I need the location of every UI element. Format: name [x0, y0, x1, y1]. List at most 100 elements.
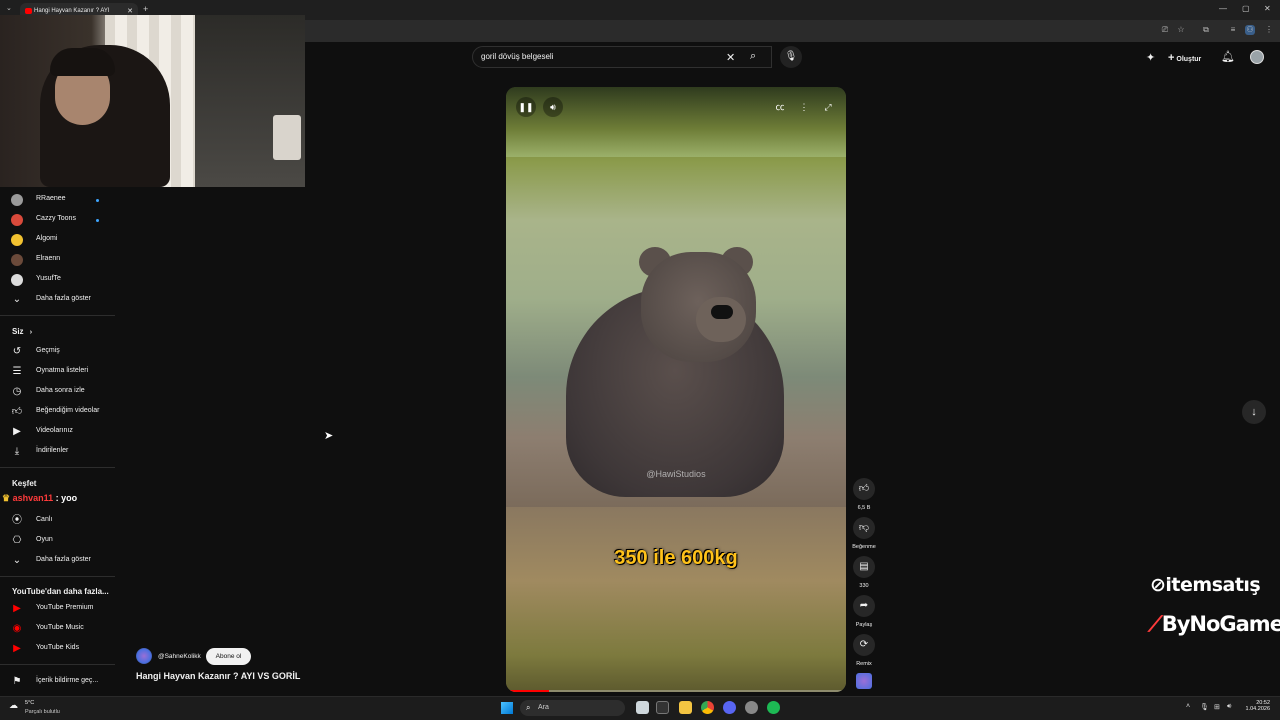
sidebar-item-liked-videos[interactable]: 👍︎ Beğendiğim videolar: [0, 402, 120, 422]
clock[interactable]: 20:52 1.04.2026: [1244, 700, 1270, 712]
sidebar-item-downloads[interactable]: ⤓ İndirilenler: [0, 442, 120, 462]
search-icon[interactable]: ⌕: [750, 50, 756, 63]
sidebar-item-report[interactable]: ⚑ İçerik bildirme geç...: [0, 672, 120, 692]
subscribe-button[interactable]: Abone ol: [206, 648, 251, 665]
chat-username: ashvan11: [12, 493, 54, 503]
sidebar-item-youtube-kids[interactable]: ▶ YouTube Kids: [0, 639, 120, 659]
windows-start-icon[interactable]: [501, 702, 513, 714]
live-dot: [96, 219, 99, 222]
video-icon: ▶: [13, 426, 21, 437]
sidebar-show-more-subscriptions[interactable]: ⌄ Daha fazla göster: [0, 290, 120, 310]
channel-avatar[interactable]: [136, 648, 152, 664]
volume-tray-icon[interactable]: 🔊︎: [1227, 703, 1231, 711]
notifications-bell-icon[interactable]: 🔔︎: [1221, 50, 1235, 63]
video-title[interactable]: Hangi Hayvan Kazanır ? AYI VS GORİL: [136, 671, 300, 681]
sidebar-explore-header: Keşfet: [12, 479, 37, 488]
sidebar-item-rraenee[interactable]: RRaenee: [0, 190, 120, 210]
close-window-icon[interactable]: ✕: [1264, 4, 1271, 13]
sidebar-item-elraenn[interactable]: Elraenn: [0, 250, 120, 270]
media-icon[interactable]: ≡: [1228, 25, 1238, 35]
shorts-video-player[interactable]: @HawiStudios 350 ile 600kg ❚❚ 🔊︎ ㏄ ⋮ ⤢: [506, 87, 846, 692]
weather-icon[interactable]: ☁: [9, 700, 18, 711]
terminal-icon[interactable]: [656, 701, 669, 714]
chrome-icon[interactable]: [701, 701, 714, 714]
captions-icon[interactable]: ㏄: [770, 97, 790, 117]
itemsatis-logo-icon: ⊘: [1150, 574, 1166, 596]
weather-temp: 5°C: [25, 700, 35, 706]
share-button[interactable]: ➦ Paylaş: [852, 595, 876, 628]
stream-chat-message: ♛ ashvan11 : yoo: [2, 493, 77, 504]
ai-sparkle-icon[interactable]: ✦: [1146, 51, 1155, 64]
comments-button[interactable]: ▤ 330: [852, 556, 876, 589]
sidebar-item-yusufte[interactable]: YusufTe: [0, 270, 120, 290]
sidebar-more-header: YouTube'dan daha fazla...: [12, 587, 109, 596]
tab-list-icon[interactable]: ⌄: [6, 4, 12, 12]
task-view-icon[interactable]: [636, 701, 649, 714]
obs-icon[interactable]: [745, 701, 758, 714]
comment-icon: ▤: [853, 556, 875, 578]
sponsor-bynogame-logo: ⟋ByNoGame: [1148, 612, 1280, 636]
microphone-icon[interactable]: 🎙︎: [1200, 703, 1209, 711]
create-button[interactable]: + Oluştur: [1168, 52, 1201, 64]
like-button[interactable]: 👍︎ 6,5 B: [852, 478, 876, 511]
search-input[interactable]: goril dövüş belgeseli: [481, 52, 554, 61]
file-explorer-icon[interactable]: [679, 701, 692, 714]
cast-icon[interactable]: ⎚: [1160, 25, 1170, 35]
flag-icon: ⚑: [12, 676, 22, 687]
volume-icon[interactable]: 🔊︎: [543, 97, 563, 117]
new-tab-button[interactable]: +: [143, 4, 148, 14]
sidebar-item-live[interactable]: ⦿ Canlı: [0, 511, 120, 531]
more-options-icon[interactable]: ⋮: [794, 97, 814, 117]
sidebar-item-algomi[interactable]: Algomi: [0, 230, 120, 250]
bynogame-logo-icon: ⟋: [1148, 612, 1163, 636]
chat-text: : yoo: [55, 493, 78, 503]
network-icon[interactable]: ⊞: [1214, 703, 1220, 711]
voice-search-icon[interactable]: 🎙︎: [780, 46, 802, 68]
sidebar-you-header[interactable]: Siz ›: [12, 327, 32, 336]
download-icon: ⤓: [14, 446, 20, 457]
video-progress-bar[interactable]: [506, 690, 846, 692]
minimize-icon[interactable]: —: [1219, 4, 1227, 13]
maximize-icon[interactable]: ▢: [1242, 4, 1250, 13]
sponsor-itemsatis-logo: ⊘itemsatış: [1150, 574, 1261, 596]
remix-button[interactable]: ⟳ Remix: [852, 634, 876, 667]
create-label: Oluştur: [1176, 56, 1202, 63]
clear-search-icon[interactable]: ✕: [726, 51, 735, 64]
sidebar-item-cazzy-toons[interactable]: Cazzy Toons: [0, 210, 120, 230]
thumbs-up-icon: 👍︎: [11, 406, 23, 417]
taskbar-search[interactable]: ⌕ Ara: [520, 700, 625, 716]
history-icon: ↺: [12, 346, 22, 357]
discord-icon[interactable]: [723, 701, 736, 714]
dislike-button[interactable]: 👎︎ Beğenme: [852, 517, 876, 550]
profile-icon[interactable]: ⚇: [1245, 25, 1255, 35]
sidebar-item-playlists[interactable]: ☰ Oynatma listeleri: [0, 362, 120, 382]
account-avatar[interactable]: [1250, 50, 1264, 64]
sidebar-item-youtube-music[interactable]: ◉ YouTube Music: [0, 619, 120, 639]
sidebar-item-watch-later[interactable]: ◷ Daha sonra izle: [0, 382, 120, 402]
sidebar-show-more-explore[interactable]: ⌄ Daha fazla göster: [0, 551, 120, 571]
audio-source-thumbnail[interactable]: [856, 673, 872, 689]
youtube-favicon-icon: [25, 8, 32, 14]
extensions-icon[interactable]: ⧉: [1201, 25, 1211, 35]
sidebar-item-youtube-premium[interactable]: ▶ YouTube Premium: [0, 599, 120, 619]
channel-name[interactable]: @SahneKolikk: [158, 653, 201, 660]
spotify-icon[interactable]: [767, 701, 780, 714]
sidebar-item-gaming[interactable]: ⎔ Oyun: [0, 531, 120, 551]
next-video-arrow-icon[interactable]: ↓: [1242, 400, 1266, 424]
sidebar-item-your-videos[interactable]: ▶ Videolarınız: [0, 422, 120, 442]
bookmark-star-icon[interactable]: ☆: [1176, 25, 1186, 35]
comment-count: 330: [859, 583, 869, 589]
sidebar-item-history[interactable]: ↺ Geçmiş: [0, 342, 120, 362]
tray-chevron-icon[interactable]: ˄: [1186, 703, 1190, 710]
fullscreen-icon[interactable]: ⤢: [818, 97, 838, 117]
channel-avatar: [11, 194, 23, 206]
taskbar-search-placeholder: Ara: [538, 704, 549, 711]
tab-title: Hangi Hayvan Kazanır ? AYI: [34, 8, 110, 14]
thumbs-down-icon: 👎︎: [853, 517, 875, 539]
sidebar-divider: [0, 467, 115, 468]
browser-menu-icon[interactable]: ⋮: [1264, 25, 1274, 35]
weather-desc: Parçalı bulutlu: [25, 709, 60, 715]
live-dot: [96, 199, 99, 202]
pause-icon[interactable]: ❚❚: [516, 97, 536, 117]
chat-badge-icon: ♛: [2, 493, 11, 503]
